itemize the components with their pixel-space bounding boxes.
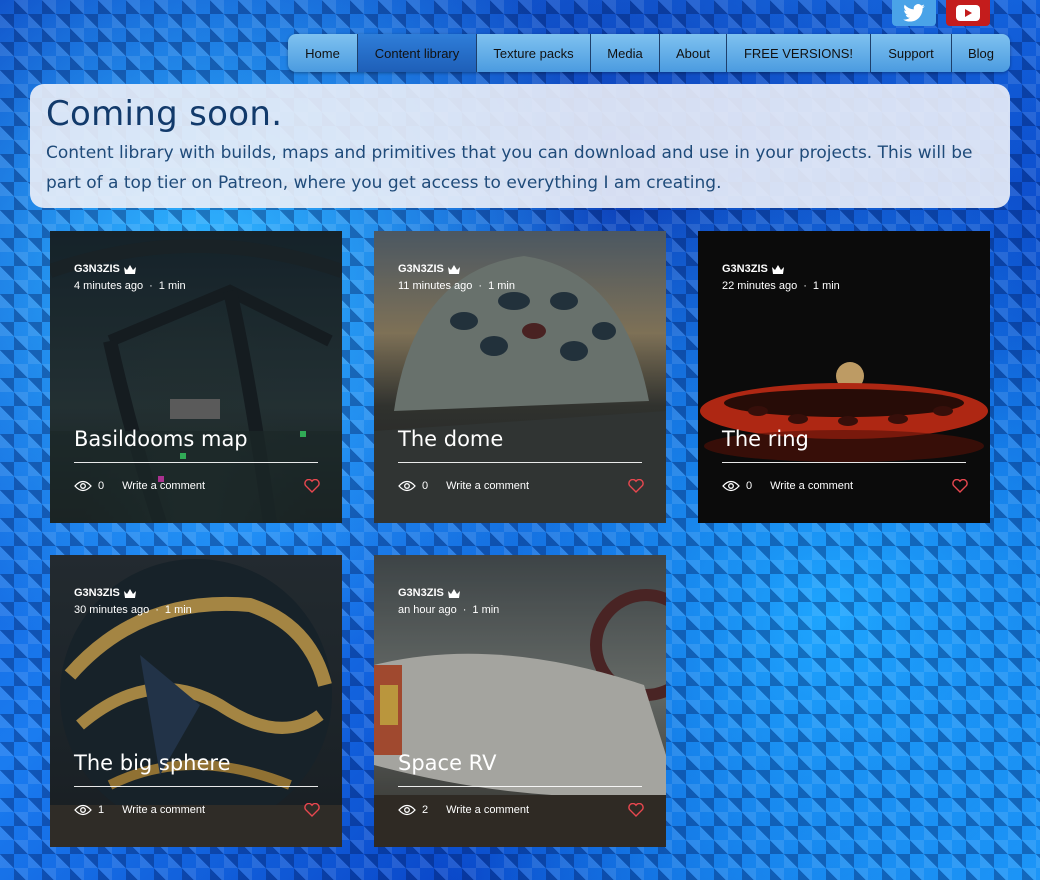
write-comment-link[interactable]: Write a comment (446, 804, 529, 816)
crown-icon (447, 588, 460, 598)
banner-title: Coming soon. (46, 94, 283, 134)
crown-icon (123, 588, 136, 598)
view-count: 0 (422, 480, 429, 492)
nav-item-media[interactable]: Media (591, 34, 660, 72)
author-name[interactable]: G3N3ZIS (74, 263, 120, 275)
youtube-icon[interactable] (946, 0, 990, 26)
heart-icon (952, 479, 968, 493)
write-comment-link[interactable]: Write a comment (122, 480, 205, 492)
banner-text: Content library with builds, maps and pr… (46, 143, 973, 193)
view-count: 1 (98, 804, 105, 816)
write-comment-link[interactable]: Write a comment (122, 804, 205, 816)
read-time: 1 min (158, 280, 186, 292)
like-button[interactable] (304, 479, 320, 493)
nav-item-about[interactable]: About (660, 34, 727, 72)
nav-item-free-versions[interactable]: FREE VERSIONS! (727, 34, 871, 72)
crown-icon (123, 264, 136, 274)
read-time: 1 min (472, 604, 500, 616)
nav-item-home[interactable]: Home (288, 34, 358, 72)
post-card[interactable]: G3N3ZIS 30 minutes ago · 1 min The big sph… (50, 555, 342, 847)
read-time: 1 min (164, 604, 192, 616)
view-count: 2 (422, 804, 429, 816)
eye-icon (398, 804, 416, 816)
post-title[interactable]: The big sphere (74, 751, 231, 775)
nav-item-support[interactable]: Support (871, 34, 952, 72)
crown-icon (447, 264, 460, 274)
post-title[interactable]: The ring (722, 427, 809, 451)
like-button[interactable] (628, 803, 644, 817)
read-time: 1 min (488, 280, 515, 292)
author-name[interactable]: G3N3ZIS (722, 263, 768, 275)
view-count: 0 (746, 480, 753, 492)
main-nav: Home Content library Texture packs Media… (288, 34, 1010, 72)
crown-icon (771, 264, 784, 274)
view-count: 0 (98, 480, 105, 492)
heart-icon (304, 479, 320, 493)
post-title[interactable]: Basildooms map (74, 427, 248, 451)
eye-icon (398, 480, 416, 492)
author-name[interactable]: G3N3ZIS (398, 263, 444, 275)
twitter-icon[interactable] (892, 0, 936, 26)
eye-icon (74, 480, 92, 492)
post-title[interactable]: The dome (398, 427, 503, 451)
heart-icon (628, 803, 644, 817)
write-comment-link[interactable]: Write a comment (770, 480, 853, 492)
post-time: 11 minutes ago (398, 280, 473, 292)
post-title[interactable]: Space RV (398, 751, 496, 775)
post-card[interactable]: G3N3ZIS 4 minutes ago · 1 min Basildooms m… (50, 231, 342, 523)
like-button[interactable] (304, 803, 320, 817)
post-time: an hour ago (398, 604, 457, 616)
like-button[interactable] (628, 479, 644, 493)
author-name[interactable]: G3N3ZIS (74, 587, 120, 599)
read-time: 1 min (812, 280, 840, 292)
post-time: 22 minutes ago (722, 280, 798, 292)
heart-icon (628, 479, 644, 493)
author-name[interactable]: G3N3ZIS (398, 587, 444, 599)
social-links (892, 0, 990, 26)
like-button[interactable] (952, 479, 968, 493)
coming-soon-banner: Coming soon. Content library with builds… (30, 84, 1010, 208)
nav-item-content-library[interactable]: Content library (358, 34, 477, 72)
nav-item-blog[interactable]: Blog (952, 34, 1010, 72)
eye-icon (722, 480, 740, 492)
post-card[interactable]: G3N3ZIS an hour ago · 1 min Space RV 2 Wri… (374, 555, 666, 847)
nav-item-texture-packs[interactable]: Texture packs (477, 34, 591, 72)
eye-icon (74, 804, 92, 816)
write-comment-link[interactable]: Write a comment (446, 480, 529, 492)
post-card[interactable]: G3N3ZIS 22 minutes ago · 1 min The ring 0 … (698, 231, 990, 523)
heart-icon (304, 803, 320, 817)
post-time: 4 minutes ago (74, 280, 144, 292)
post-card[interactable]: G3N3ZIS 11 minutes ago · 1 min The dome 0 … (374, 231, 666, 523)
post-time: 30 minutes ago (74, 604, 150, 616)
